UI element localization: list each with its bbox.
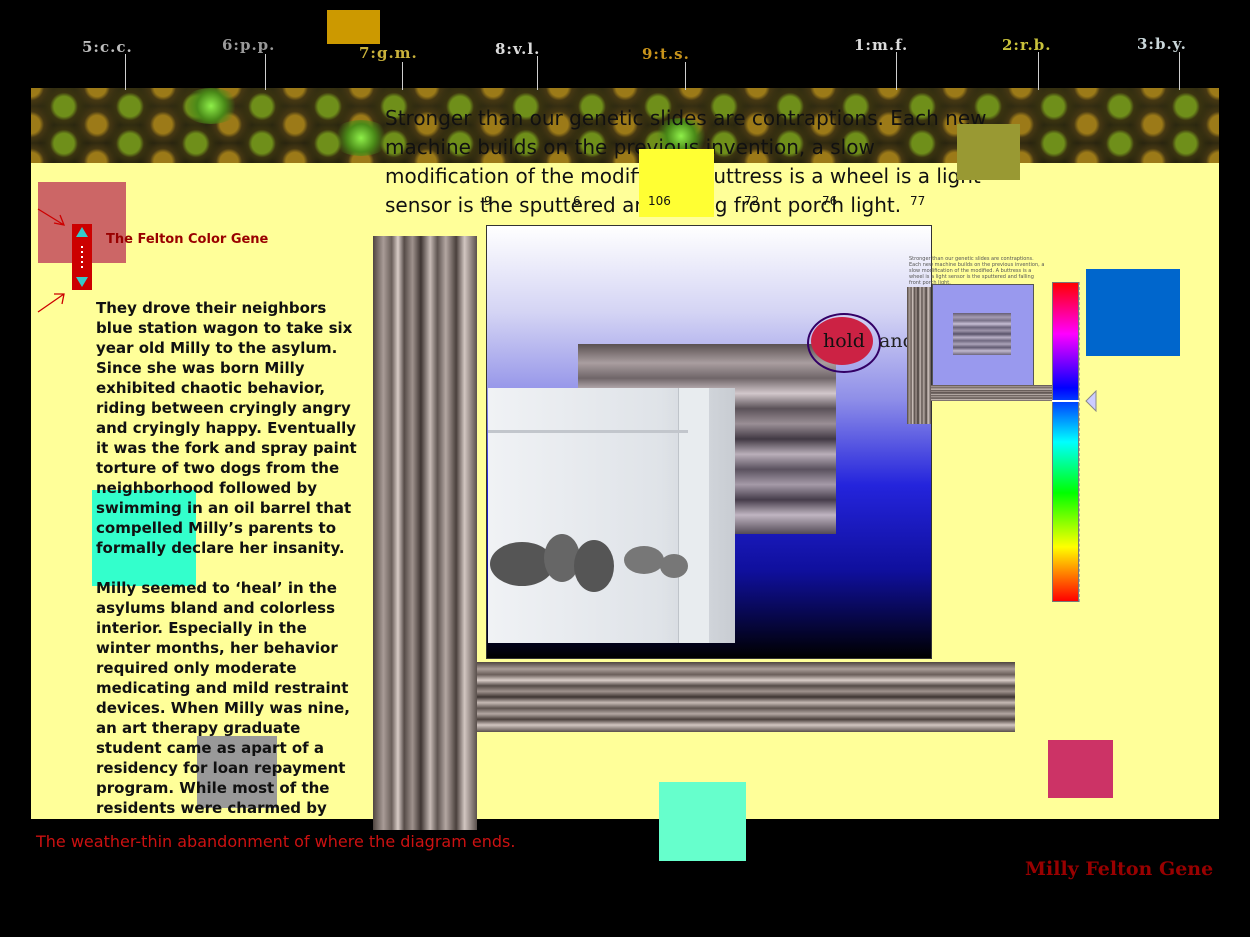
hue-marker: [1052, 400, 1079, 402]
arrow-icon: [37, 293, 65, 313]
page-title: The Felton Color Gene: [106, 232, 269, 247]
image-viewer[interactable]: hold and: [486, 225, 932, 659]
gene-glow: [331, 120, 391, 156]
number-label: 72: [744, 194, 760, 208]
number-label: 106: [648, 194, 671, 208]
thumbnail-image: [953, 313, 1011, 355]
locus-tick: [537, 56, 538, 90]
locus-label[interactable]: 3:b.y.: [1137, 35, 1187, 53]
hold-label: hold: [823, 330, 865, 352]
slider-track[interactable]: [931, 385, 1052, 401]
number-label: 6: [573, 194, 581, 208]
blue-swatch[interactable]: [1086, 269, 1180, 356]
locus-label[interactable]: 8:v.l.: [495, 40, 540, 58]
ink-blot: [490, 534, 688, 592]
triangle-up-icon[interactable]: [76, 227, 88, 237]
locus-tick: [1179, 52, 1180, 90]
locus-label[interactable]: 6:p.p.: [222, 36, 275, 54]
locus-label[interactable]: 2:r.b.: [1002, 36, 1051, 54]
photo-frame: [488, 430, 688, 433]
mint-swatch[interactable]: [659, 782, 746, 861]
small-text: Stronger than our genetic slides are con…: [909, 256, 1045, 286]
metal-bar-vertical[interactable]: [373, 236, 477, 830]
locus-label[interactable]: 7:g.m.: [359, 44, 418, 62]
olive-swatch[interactable]: [957, 124, 1020, 180]
story-paragraph: Milly seemed to ‘heal’ in the asylums bl…: [96, 579, 350, 817]
story-paragraph: They drove their neighbors blue station …: [96, 299, 357, 557]
hue-slider[interactable]: [1052, 282, 1079, 602]
arrow-icon: [37, 208, 66, 226]
photo-panel: [488, 388, 735, 643]
signature: Milly Felton Gene: [1025, 858, 1214, 880]
metal-bar-horizontal[interactable]: [477, 662, 1015, 732]
story-text: They drove their neighbors blue station …: [96, 298, 366, 818]
locus-tick: [1038, 52, 1039, 90]
locus-tick: [265, 54, 266, 90]
hue-guide: [1079, 282, 1082, 602]
locus-label[interactable]: 1:m.f.: [854, 36, 908, 54]
footer-text: The weather-thin abandonment of where th…: [36, 832, 516, 851]
triangle-down-icon[interactable]: [76, 277, 88, 287]
number-label: 9: [484, 194, 492, 208]
triangle-left-icon[interactable]: [1084, 390, 1098, 412]
thumb-bar[interactable]: [907, 287, 931, 424]
locus-tick: [896, 52, 897, 90]
thumbnail[interactable]: [932, 284, 1034, 386]
orange-swatch: [327, 10, 380, 44]
scroll-control[interactable]: [72, 224, 92, 290]
locus-tick: [402, 62, 403, 90]
number-label: 77: [910, 194, 926, 208]
locus-label[interactable]: 9:t.s.: [642, 45, 690, 63]
number-label: 76: [822, 194, 838, 208]
crimson-swatch[interactable]: [1048, 740, 1113, 798]
scroll-dots: [81, 246, 83, 268]
gene-glow: [181, 88, 241, 124]
locus-tick: [685, 62, 686, 90]
locus-tick: [125, 54, 126, 90]
